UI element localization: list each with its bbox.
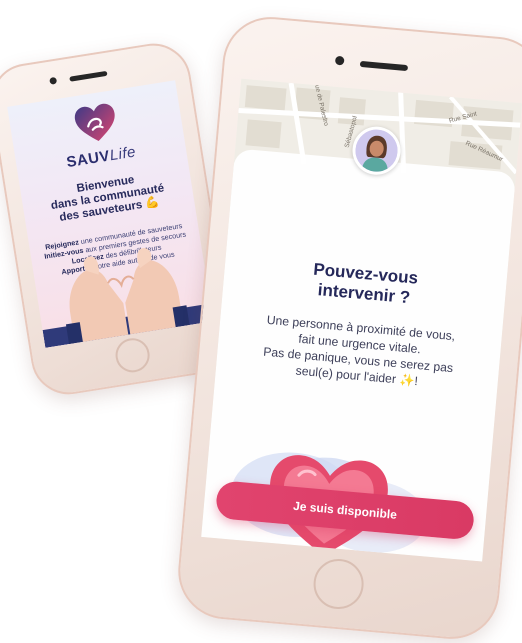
alert-screen: Rue de Palestro Rue Saint Rue Réaumur Sé… <box>201 78 522 562</box>
sparkle-icon: ✨ <box>398 372 416 388</box>
earpiece-speaker <box>359 60 409 72</box>
front-camera <box>49 76 58 85</box>
home-button[interactable] <box>113 335 153 375</box>
welcome-title: Bienvenue dans la communauté des sauvete… <box>27 166 189 229</box>
avatar-icon <box>353 127 400 174</box>
alert-question: Pouvez-vous intervenir ? <box>243 254 488 315</box>
alert-sheet: Pouvez-vous intervenir ? Une personne à … <box>201 148 517 562</box>
sauvlife-heart-logo <box>74 103 115 141</box>
alert-message: Une personne à proximité de vous, fait u… <box>224 308 495 395</box>
message-punctuation: ! <box>413 373 419 389</box>
front-camera <box>334 55 345 66</box>
welcome-screen: SAUVLife Bienvenue dans la communauté de… <box>7 80 214 348</box>
earpiece-speaker <box>69 70 108 82</box>
home-button[interactable] <box>311 556 366 612</box>
brand-light: Life <box>108 143 138 165</box>
phone-alert: Rue de Palestro Rue Saint Rue Réaumur Sé… <box>174 13 522 643</box>
